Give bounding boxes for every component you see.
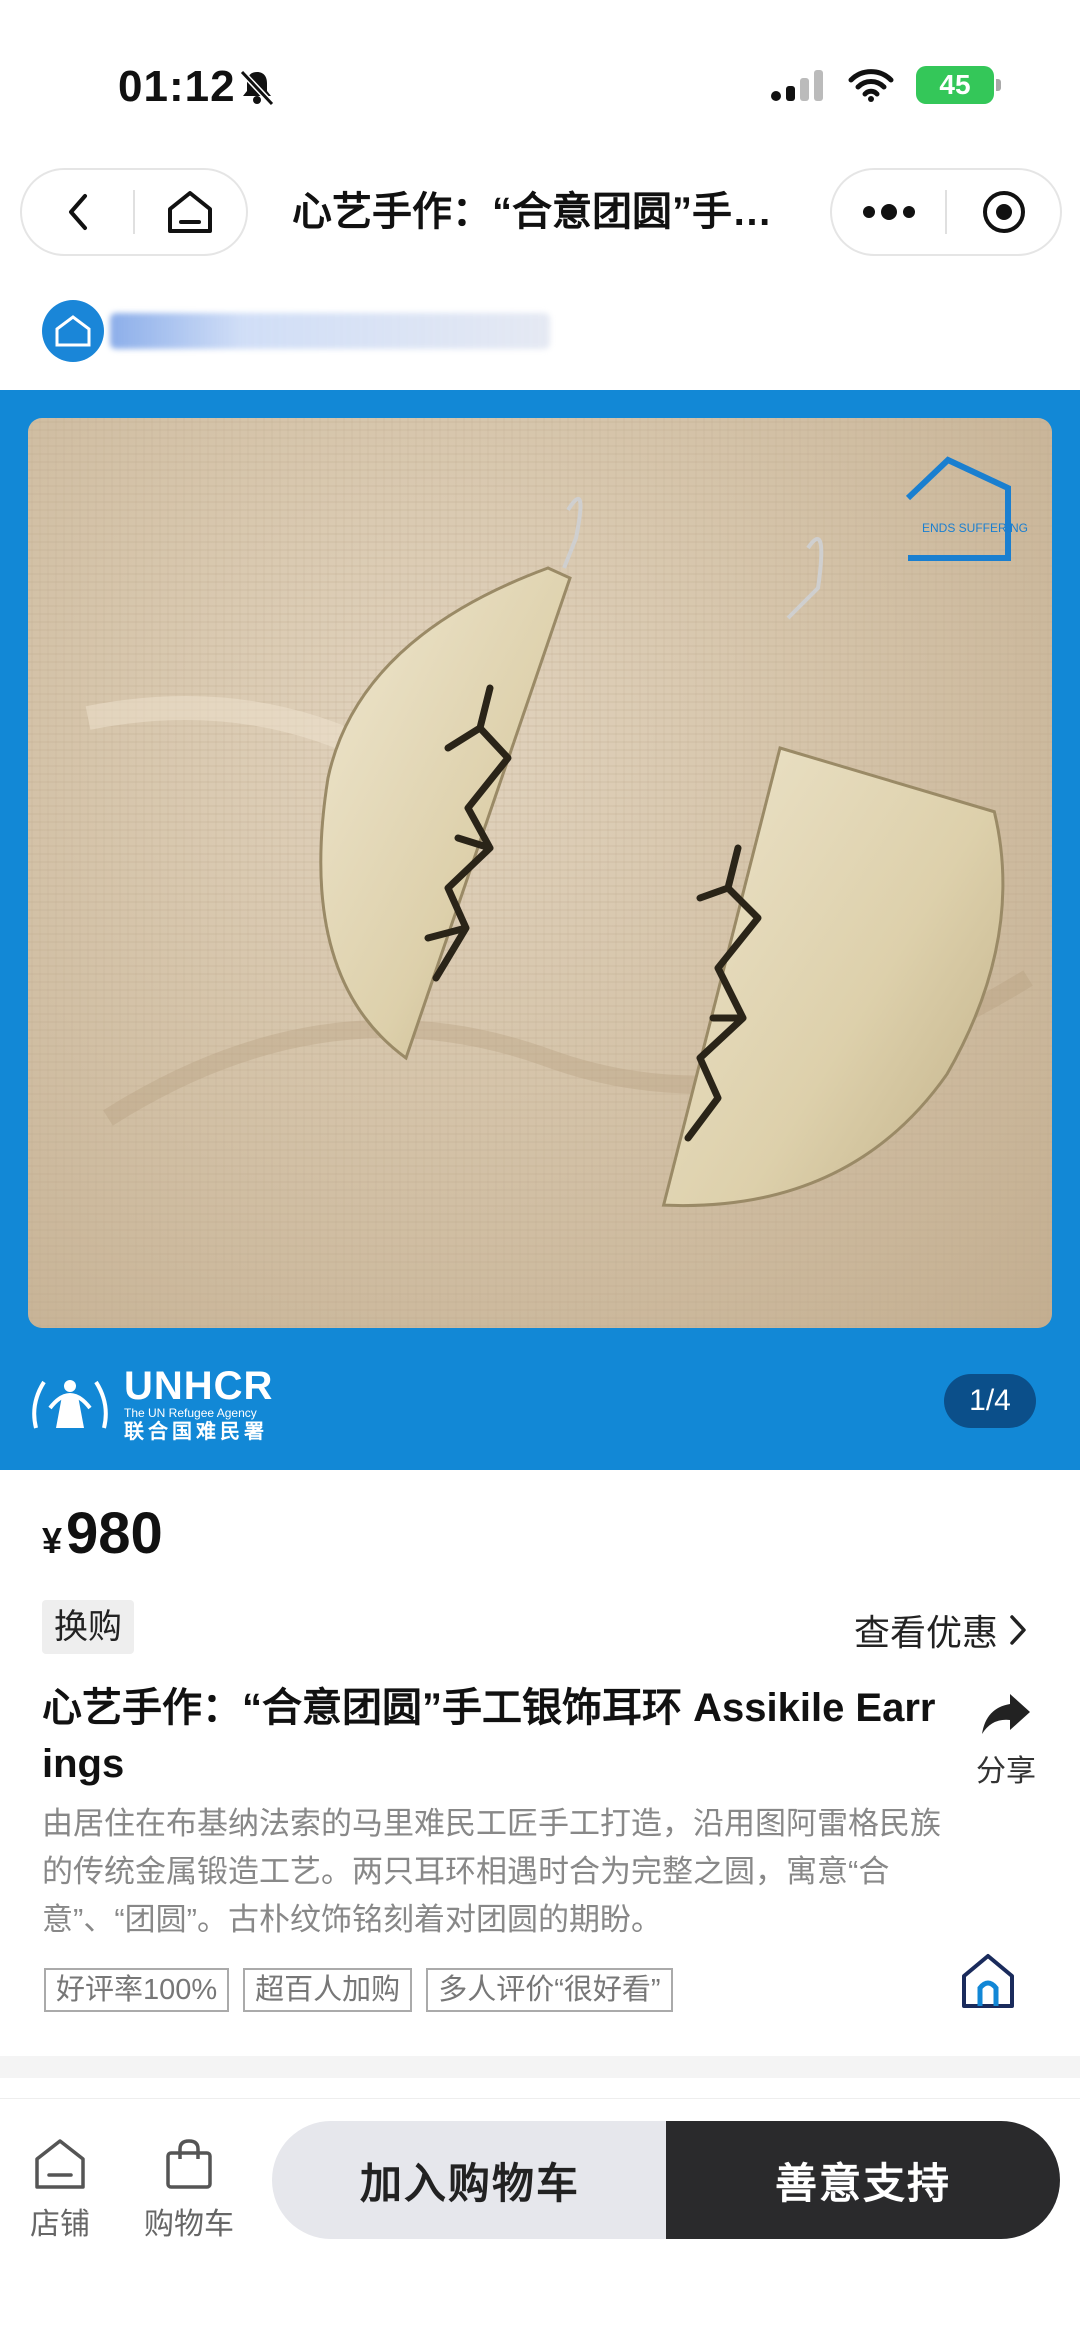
product-description: 由居住在布基纳法索的马里难民工匠手工打造，沿用图阿雷格民族的传统金属锻造工艺。两…: [42, 1806, 941, 1937]
bottom-action-bar: 店铺 购物车 加入购物车 善意支持: [0, 2098, 1080, 2348]
chevron-right-icon: [1010, 1615, 1026, 1645]
battery-indicator: 45: [916, 66, 1001, 104]
product-labels: 好评率100% 超百人加购 多人评价“很好看”: [44, 1968, 673, 2012]
shop-row[interactable]: [42, 298, 550, 364]
product-title: 心艺手作：“合意团圆”手工银饰耳环 Assikile Earrings: [42, 1686, 936, 1786]
product-label: 多人评价“很好看”: [426, 1968, 673, 2012]
product-price: ¥ 980: [42, 1500, 163, 1567]
shop-home-icon[interactable]: [956, 1948, 1020, 2012]
view-discount-link[interactable]: 查看优惠: [854, 1604, 1028, 1656]
shop-name-blurred: [110, 313, 550, 349]
bell-muted-icon: [239, 69, 275, 107]
status-bar: 01:12 45: [0, 0, 1080, 150]
nav-left-capsule: [20, 168, 248, 256]
home-icon: [168, 191, 213, 233]
product-gallery[interactable]: ENDS SUFFERING UNHCR The UN Refugee Agen…: [0, 390, 1080, 1470]
watermark-text: ENDS SUFFERING: [922, 521, 1028, 535]
share-arrow-icon: [982, 1694, 1030, 1734]
shopping-bag-icon: [166, 2139, 212, 2189]
page-title: 心艺手作：“合意团圆”手工银饰耳环 Assikile Earrings: [292, 190, 802, 234]
add-to-cart-button[interactable]: 加入购物车: [272, 2121, 668, 2239]
unhcr-logo-chinese: 联合国难民署: [124, 1421, 268, 1443]
more-button[interactable]: [832, 170, 945, 254]
currency-symbol: ¥: [42, 1520, 63, 1561]
product-label: 好评率100%: [44, 1968, 230, 2012]
gallery-page-indicator: 1/4: [944, 1374, 1036, 1428]
store-icon: [35, 2139, 85, 2189]
chevron-left-icon: [68, 194, 87, 230]
nav-right-capsule: [830, 168, 1062, 256]
signal-icon: [771, 70, 823, 101]
product-label: 超百人加购: [243, 1968, 413, 2012]
house-logo-icon: [55, 315, 91, 347]
laurel-family-icon: [32, 1380, 108, 1429]
target-icon: [982, 191, 1025, 233]
shop-avatar: [42, 300, 104, 362]
unhcr-logo-subtext: The UN Refugee Agency: [124, 1406, 257, 1420]
close-miniprogram-button[interactable]: [947, 170, 1060, 254]
store-label: 店铺: [30, 2208, 90, 2241]
price-value: 980: [66, 1501, 163, 1566]
home-button[interactable]: [135, 170, 246, 254]
section-divider: [0, 2056, 1080, 2078]
unhcr-logo-text: UNHCR: [124, 1364, 274, 1408]
share-button[interactable]: 分享: [966, 1690, 1046, 1790]
exchange-tag: 换购: [42, 1600, 134, 1654]
status-time: 01:12: [118, 62, 236, 111]
more-dots-icon: [862, 204, 915, 220]
unhcr-logo: UNHCR The UN Refugee Agency 联合国难民署: [26, 1366, 273, 1444]
product-photo: ENDS SUFFERING: [28, 418, 1052, 1328]
share-label: 分享: [976, 1755, 1036, 1788]
status-icons: 45: [770, 66, 1001, 104]
back-button[interactable]: [22, 170, 133, 254]
cart-label: 购物车: [144, 2208, 234, 2241]
view-discount-label: 查看优惠: [853, 1612, 998, 1653]
support-button[interactable]: 善意支持: [666, 2121, 1060, 2239]
store-tab[interactable]: 店铺: [30, 2135, 90, 2243]
wifi-icon: [848, 69, 894, 102]
cart-tab[interactable]: 购物车: [144, 2135, 234, 2243]
